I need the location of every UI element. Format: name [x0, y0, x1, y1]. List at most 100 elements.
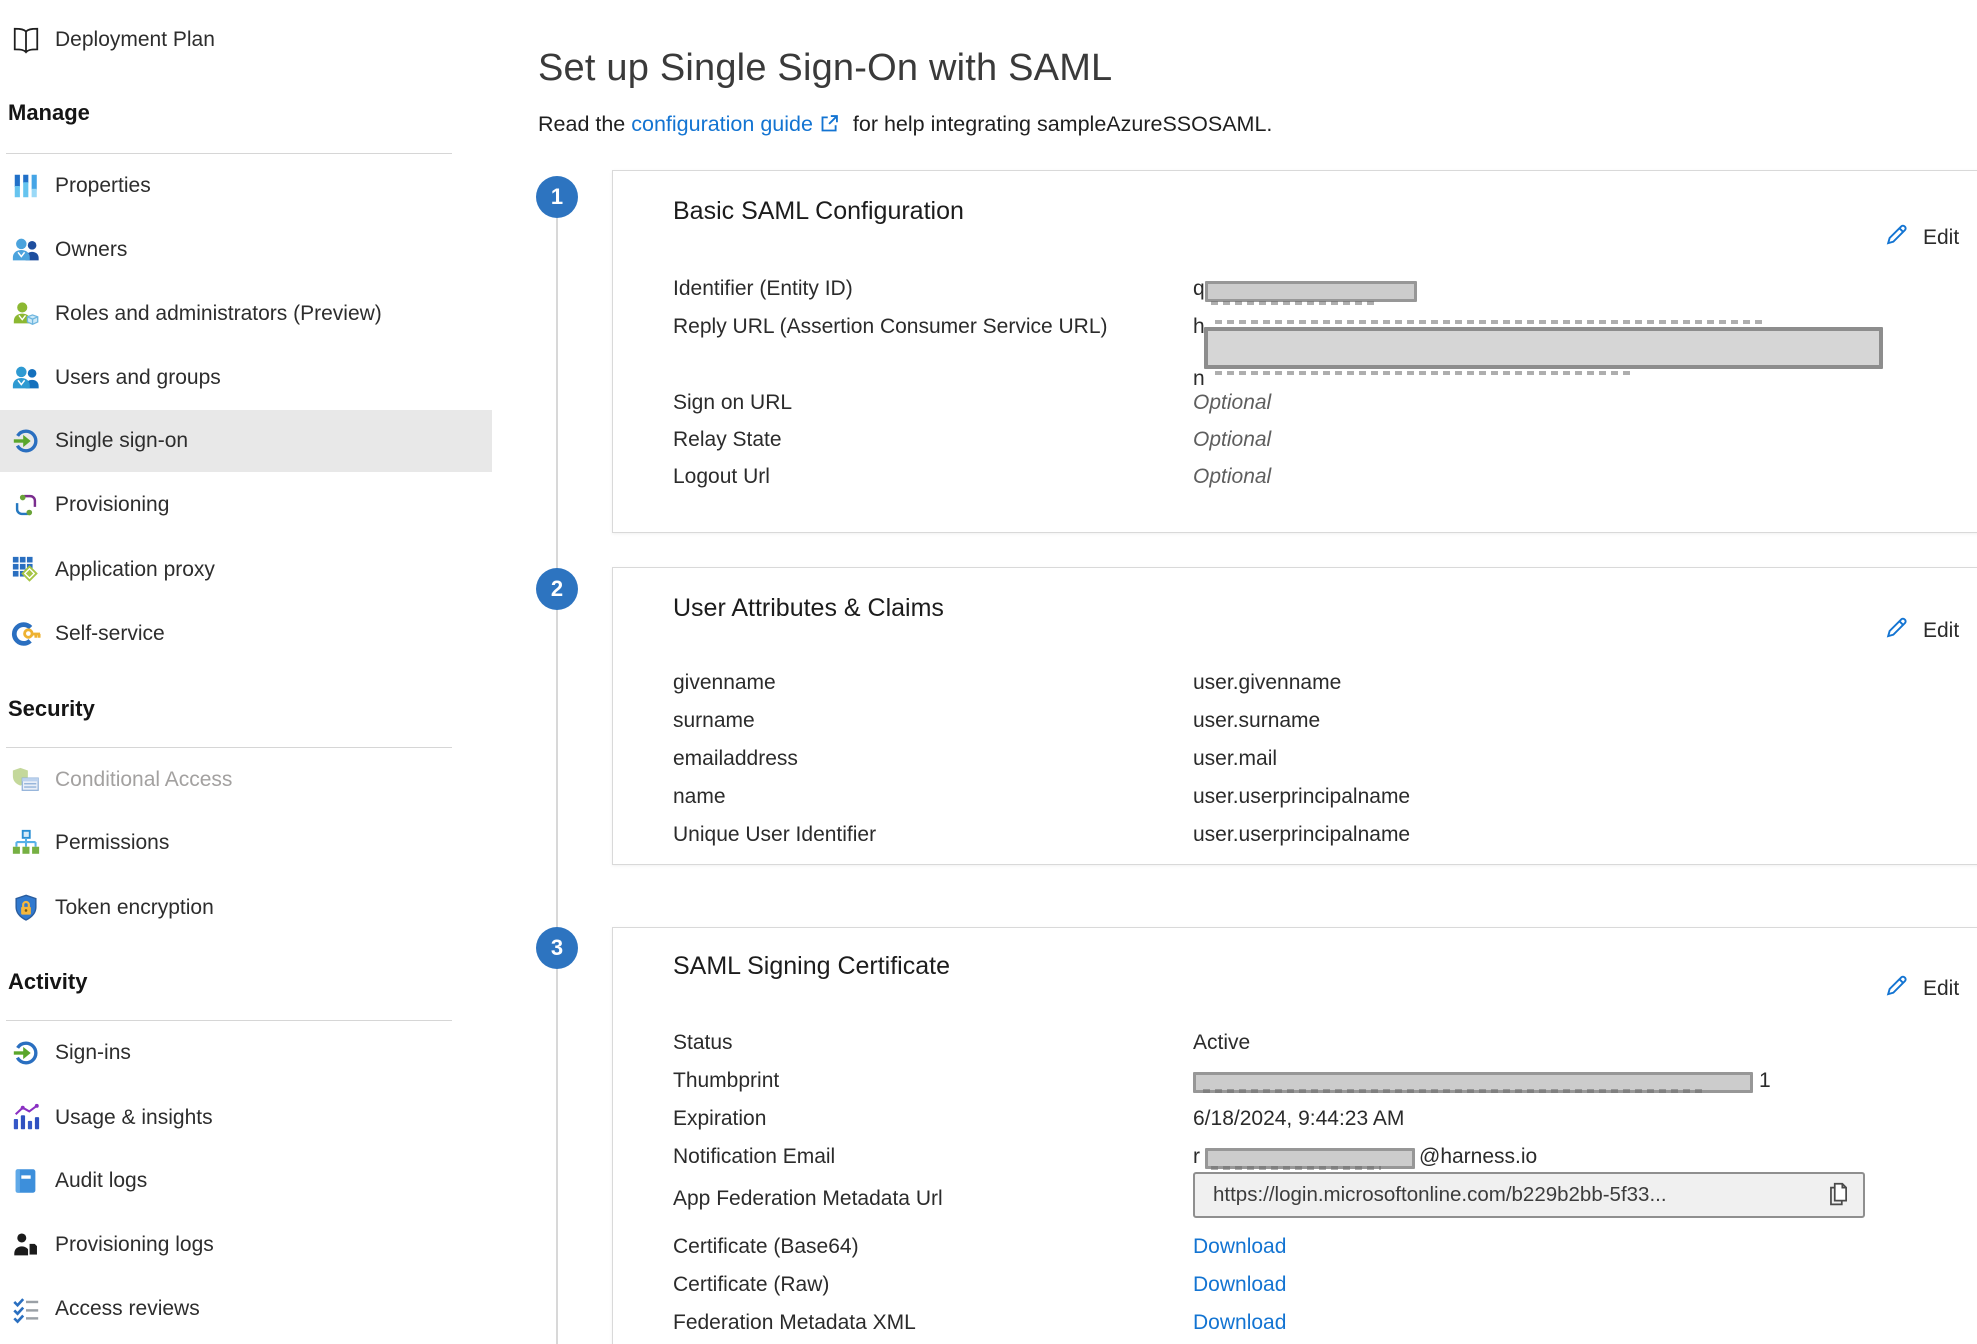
redaction-box	[1205, 281, 1417, 302]
status-value: Active	[1193, 1031, 1250, 1055]
sidebar-item-access-reviews[interactable]: Access reviews	[0, 1278, 492, 1340]
metadata-url-value: https://login.microsoftonline.com/b229b2…	[1213, 1183, 1825, 1207]
field-label: Certificate (Base64)	[673, 1235, 859, 1259]
sidebar-item-label: Provisioning	[55, 493, 169, 517]
card-title: User Attributes & Claims	[673, 594, 944, 623]
intro-suffix: for help integrating sampleAzureSSOSAML.	[847, 112, 1272, 136]
claim-value: user.givenname	[1193, 671, 1341, 695]
field-label: Thumbprint	[673, 1069, 779, 1093]
edit-label: Edit	[1923, 619, 1959, 643]
configuration-guide-link[interactable]: configuration guide	[631, 112, 813, 136]
download-certificate-base64-link[interactable]: Download	[1193, 1235, 1286, 1259]
sidebar-item-owners[interactable]: Owners	[0, 219, 492, 281]
field-label: Sign on URL	[673, 391, 792, 415]
sidebar-item-label: Access reviews	[55, 1297, 200, 1321]
sign-on-url-value: Optional	[1193, 391, 1271, 415]
edit-user-attributes-button[interactable]: Edit	[1883, 614, 1959, 647]
edit-label: Edit	[1923, 977, 1959, 1001]
single-sign-on-icon	[10, 425, 42, 457]
edit-signing-certificate-button[interactable]: Edit	[1883, 972, 1959, 1005]
claim-name: Unique User Identifier	[673, 823, 876, 847]
claim-value: user.userprincipalname	[1193, 823, 1410, 847]
divider	[6, 747, 452, 748]
reply-url-fragment-line2: n	[1193, 367, 1205, 391]
redacted-text-ghost	[1203, 1089, 1703, 1093]
sidebar-item-users-groups[interactable]: Users and groups	[0, 347, 492, 409]
sidebar-item-application-proxy[interactable]: Application proxy	[0, 539, 492, 601]
page-title: Set up Single Sign-On with SAML	[538, 47, 1112, 90]
step-1-badge: 1	[536, 176, 578, 218]
sidebar-item-roles-administrators[interactable]: Roles and administrators (Preview)	[0, 283, 492, 345]
sidebar-item-sign-ins[interactable]: Sign-ins	[0, 1022, 492, 1084]
sidebar-section-header-activity: Activity	[8, 969, 87, 995]
field-label: Relay State	[673, 428, 782, 452]
notification-email-prefix: r	[1193, 1145, 1200, 1169]
field-label: Reply URL (Assertion Consumer Service UR…	[673, 315, 1108, 339]
claim-name: givenname	[673, 671, 776, 695]
claim-value: user.mail	[1193, 747, 1277, 771]
sidebar-item-label: Sign-ins	[55, 1041, 131, 1065]
sidebar-item-label: Usage & insights	[55, 1106, 213, 1130]
sidebar-item-label: Properties	[55, 174, 151, 198]
sidebar-item-token-encryption[interactable]: Token encryption	[0, 877, 492, 939]
edit-basic-saml-button[interactable]: Edit	[1883, 221, 1959, 254]
field-label: Federation Metadata XML	[673, 1311, 916, 1335]
conditional-access-icon	[10, 764, 42, 796]
sidebar-item-audit-logs[interactable]: Audit logs	[0, 1150, 492, 1212]
app-federation-metadata-url-field[interactable]: https://login.microsoftonline.com/b229b2…	[1193, 1172, 1865, 1218]
download-federation-metadata-xml-link[interactable]: Download	[1193, 1311, 1286, 1335]
sidebar-item-single-sign-on[interactable]: Single sign-on	[0, 410, 492, 472]
self-service-icon	[10, 618, 42, 650]
application-proxy-icon	[10, 554, 42, 586]
thumbprint-value-fragment: 1	[1759, 1069, 1771, 1093]
sidebar-item-label: Users and groups	[55, 366, 221, 390]
edit-label: Edit	[1923, 226, 1959, 250]
step-3-badge: 3	[536, 927, 578, 969]
download-certificate-raw-link[interactable]: Download	[1193, 1273, 1286, 1297]
sidebar-item-conditional-access[interactable]: Conditional Access	[0, 749, 492, 811]
field-label: Status	[673, 1031, 733, 1055]
users-groups-icon	[10, 362, 42, 394]
card-title: Basic SAML Configuration	[673, 197, 964, 226]
claim-value: user.surname	[1193, 709, 1320, 733]
sidebar-item-label: Deployment Plan	[55, 28, 215, 52]
sidebar-item-permissions[interactable]: Permissions	[0, 812, 492, 874]
field-label: Expiration	[673, 1107, 766, 1131]
sidebar-item-label: Roles and administrators (Preview)	[55, 302, 382, 326]
copy-icon[interactable]	[1825, 1180, 1851, 1211]
sidebar-item-properties[interactable]: Properties	[0, 155, 492, 217]
sidebar-item-label: Single sign-on	[55, 429, 188, 453]
claim-name: name	[673, 785, 726, 809]
logout-url-value: Optional	[1193, 465, 1271, 489]
permissions-icon	[10, 827, 42, 859]
properties-icon	[10, 170, 42, 202]
saml-signing-certificate-card: SAML Signing Certificate Edit Status Thu…	[612, 927, 1977, 1344]
notification-email-suffix: @harness.io	[1419, 1145, 1537, 1169]
sidebar-item-deployment-plan[interactable]: Deployment Plan	[0, 9, 492, 71]
card-title: SAML Signing Certificate	[673, 952, 950, 981]
sidebar-item-provisioning[interactable]: Provisioning	[0, 474, 492, 536]
redacted-text-ghost	[1211, 1166, 1381, 1170]
redacted-text-ghost	[1215, 320, 1765, 324]
divider	[6, 153, 452, 154]
sidebar-item-self-service[interactable]: Self-service	[0, 603, 492, 665]
sidebar-item-provisioning-logs[interactable]: Provisioning logs	[0, 1214, 492, 1276]
claim-value: user.userprincipalname	[1193, 785, 1410, 809]
basic-saml-configuration-card: Basic SAML Configuration Edit Identifier…	[612, 170, 1977, 533]
redacted-text-ghost	[1211, 301, 1376, 305]
sidebar-item-label: Application proxy	[55, 558, 215, 582]
reply-url-fragment-line1: h	[1193, 315, 1205, 339]
sidebar-item-usage-insights[interactable]: Usage & insights	[0, 1087, 492, 1149]
sidebar-item-label: Self-service	[55, 622, 165, 646]
redaction-box	[1204, 327, 1883, 369]
sidebar-item-label: Conditional Access	[55, 768, 232, 792]
redacted-text-ghost	[1215, 371, 1635, 375]
field-label: Notification Email	[673, 1145, 835, 1169]
claim-name: surname	[673, 709, 755, 733]
usage-insights-icon	[10, 1102, 42, 1134]
sidebar: Deployment Plan Manage Properties	[0, 0, 492, 1344]
pencil-icon	[1883, 614, 1910, 647]
field-label: Certificate (Raw)	[673, 1273, 829, 1297]
token-encryption-icon	[10, 892, 42, 924]
roles-icon	[10, 298, 42, 330]
